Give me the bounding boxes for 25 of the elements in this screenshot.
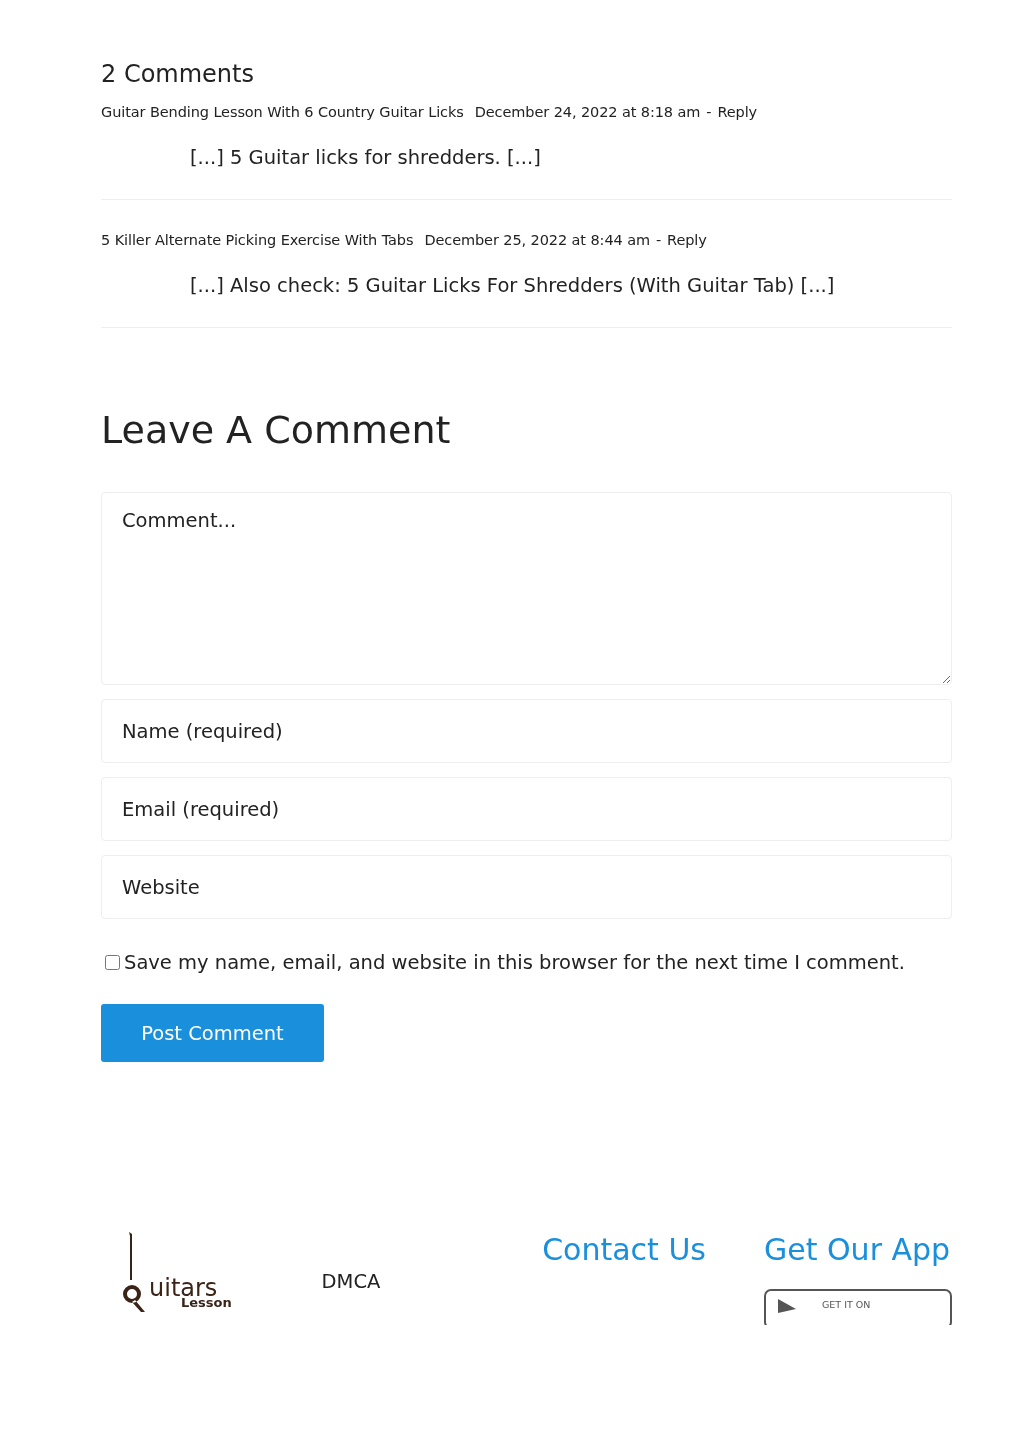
app-heading: Get Our App (764, 1232, 952, 1267)
comment-author: Guitar Bending Lesson With 6 Country Guitar Licks (101, 104, 464, 120)
separator: - (655, 232, 662, 248)
input-field[interactable]: Website (101, 855, 952, 919)
consent-label: Save my name, email, and website in this browser for the next time I comment. (124, 951, 905, 974)
comment-text: [...] Also check: 5 Guitar Licks For Shredders (With Guitar Tab) [...] (190, 274, 836, 297)
comment-date: December 25, 2022 at 8:44 am (424, 232, 650, 248)
reply-link[interactable]: Reply (667, 232, 707, 248)
reply-link[interactable]: Reply (717, 104, 758, 120)
input-field[interactable]: Name (required) (101, 699, 952, 763)
comments-heading: 2 Comments (101, 60, 255, 88)
dmca-link[interactable]: DMCA (321, 1270, 543, 1293)
comment-text: [...] 5 Guitar licks for shredders. [...] (190, 146, 542, 169)
comment-author: 5 Killer Alternate Picking Exercise With Tabs (101, 232, 414, 248)
play-icon (778, 1299, 796, 1313)
contact-heading: Contact Us (542, 1232, 706, 1267)
separator: - (706, 104, 712, 120)
post-comment-button[interactable]: Post Comment (101, 1004, 324, 1062)
store-badge[interactable]: GET IT ON (764, 1289, 952, 1325)
input-field[interactable]: Email (required) (101, 777, 952, 841)
checkbox[interactable] (105, 955, 120, 970)
form-heading: Leave A Comment (101, 408, 452, 452)
comment-field[interactable]: Comment... (101, 492, 952, 685)
comment-date: December 24, 2022 at 8:18 am (474, 104, 701, 120)
logo-subtext: Lesson (181, 1295, 232, 1310)
